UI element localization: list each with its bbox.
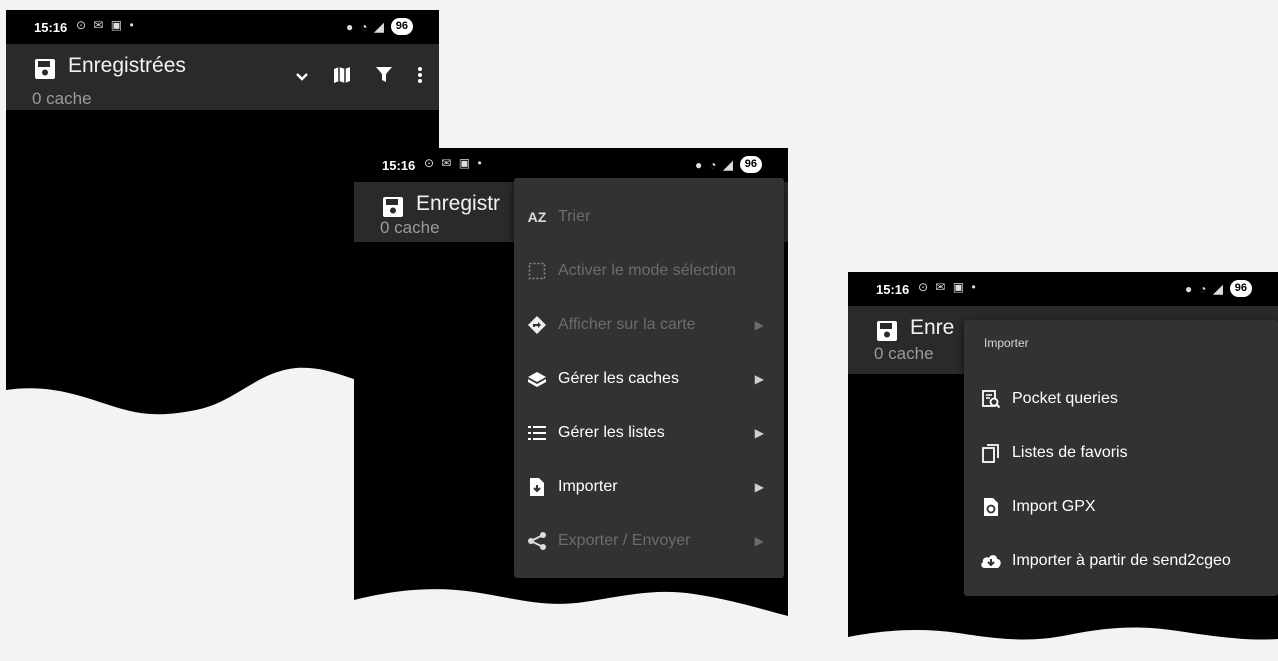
- menu-item-send2cgeo[interactable]: Importer à partir de send2cgeo: [964, 534, 1278, 588]
- menu-item-selection-mode[interactable]: Activer le mode sélection: [514, 244, 784, 298]
- menu-item-manage-lists[interactable]: Gérer les listes ▶: [514, 406, 784, 460]
- menu-item-show-map[interactable]: Afficher sur la carte ▶: [514, 298, 784, 352]
- wifi-icon: ◔: [709, 157, 717, 172]
- menu-item-import[interactable]: Importer ▶: [514, 460, 784, 514]
- location-icon: ●: [1185, 281, 1193, 296]
- share-icon: [526, 530, 548, 552]
- cache-count: 0 cache: [874, 344, 934, 363]
- menu-item-trier[interactable]: AZ Trier: [514, 190, 784, 244]
- menu-item-pocket-queries[interactable]: Pocket queries: [964, 372, 1278, 426]
- list-icon: [526, 422, 548, 444]
- system-icons: ● ◔ ◢ 96: [695, 156, 762, 173]
- submenu-arrow-icon: ▶: [754, 534, 764, 548]
- menu-item-label: Afficher sur la carte: [558, 316, 696, 333]
- cache-icon: [526, 368, 548, 390]
- menu-item-label: Exporter / Envoyer: [558, 532, 691, 549]
- system-icons: ● ◔ ◢ 96: [1185, 280, 1252, 297]
- overflow-menu: AZ Trier Activer le mode sélection Affic…: [514, 178, 784, 578]
- menu-item-label: Activer le mode sélection: [558, 262, 736, 279]
- torn-edge: [848, 627, 1278, 661]
- bookmark-list-icon: [980, 442, 1002, 464]
- system-icons: ● ◔ ◢ 96: [346, 18, 413, 35]
- screenshot-overflow-menu: 15:16 ⊙ ✉ ▣ • ● ◔ ◢ 96 Enregistr 0 cache…: [354, 148, 788, 642]
- wifi-icon: ◔: [360, 19, 368, 34]
- status-time: 15:16: [382, 158, 416, 173]
- cloud-download-icon: [980, 550, 1002, 572]
- signal-icon: ◢: [723, 157, 733, 172]
- notification-icons: ⊙ ✉ ▣ •: [76, 18, 136, 32]
- menu-item-label: Importer: [558, 478, 618, 495]
- list-title[interactable]: Enregistr: [416, 192, 500, 216]
- submenu-arrow-icon: ▶: [754, 480, 764, 494]
- status-bar: 15:16 ⊙ ✉ ▣ • ● ◔ ◢ 96: [848, 272, 1278, 306]
- menu-item-label: Gérer les listes: [558, 424, 665, 441]
- submenu-arrow-icon: ▶: [754, 318, 764, 332]
- import-file-icon: [526, 476, 548, 498]
- list-title[interactable]: Enregistrées: [68, 54, 186, 78]
- directions-icon: [526, 314, 548, 336]
- sort-az-icon: AZ: [527, 209, 547, 225]
- battery-badge: 96: [1229, 280, 1252, 297]
- submenu-arrow-icon: ▶: [754, 372, 764, 386]
- submenu-header: Importer: [984, 336, 1029, 350]
- menu-item-label: Listes de favoris: [1012, 444, 1128, 461]
- notification-icons: ⊙ ✉ ▣ •: [424, 156, 484, 170]
- wifi-icon: ◔: [1199, 281, 1207, 296]
- menu-item-label: Import GPX: [1012, 498, 1096, 515]
- save-list-icon: [876, 320, 898, 347]
- signal-icon: ◢: [1213, 281, 1223, 296]
- menu-item-import-gpx[interactable]: Import GPX: [964, 480, 1278, 534]
- cache-count: 0 cache: [380, 218, 440, 237]
- pocket-query-icon: [980, 388, 1002, 410]
- chevron-down-icon[interactable]: [295, 69, 309, 87]
- menu-item-label: Importer à partir de send2cgeo: [1012, 552, 1231, 569]
- menu-item-manage-caches[interactable]: Gérer les caches ▶: [514, 352, 784, 406]
- status-bar: 15:16 ⊙ ✉ ▣ • ● ◔ ◢ 96: [6, 10, 439, 44]
- screenshot-import-submenu: 15:16 ⊙ ✉ ▣ • ● ◔ ◢ 96 Enre 0 cache Impo…: [848, 272, 1278, 661]
- status-time: 15:16: [876, 282, 910, 297]
- save-list-icon: [34, 58, 56, 85]
- notification-icons: ⊙ ✉ ▣ •: [918, 280, 978, 294]
- selection-icon: [526, 260, 548, 282]
- torn-edge: [354, 589, 788, 642]
- cache-count: 0 cache: [32, 89, 92, 108]
- list-title[interactable]: Enre: [910, 316, 954, 340]
- menu-item-label: Trier: [558, 208, 591, 225]
- signal-icon: ◢: [374, 19, 384, 34]
- gpx-file-icon: [980, 496, 1002, 518]
- battery-badge: 96: [739, 156, 762, 173]
- menu-item-label: Pocket queries: [1012, 390, 1118, 407]
- battery-badge: 96: [390, 18, 413, 35]
- menu-item-export[interactable]: Exporter / Envoyer ▶: [514, 514, 784, 568]
- toolbar-actions: [295, 66, 423, 89]
- app-bar: Enregistrées 0 cache: [6, 44, 439, 110]
- status-bar: 15:16 ⊙ ✉ ▣ • ● ◔ ◢ 96: [354, 148, 788, 182]
- filter-icon[interactable]: [375, 66, 393, 89]
- overflow-menu-icon[interactable]: [417, 66, 423, 89]
- import-submenu: Importer Pocket queries Listes de favori…: [964, 320, 1278, 596]
- submenu-arrow-icon: ▶: [754, 426, 764, 440]
- menu-item-bookmark-lists[interactable]: Listes de favoris: [964, 426, 1278, 480]
- menu-item-label: Gérer les caches: [558, 370, 679, 387]
- status-time: 15:16: [34, 20, 68, 35]
- location-icon: ●: [695, 157, 703, 172]
- map-icon[interactable]: [333, 66, 351, 89]
- location-icon: ●: [346, 19, 354, 34]
